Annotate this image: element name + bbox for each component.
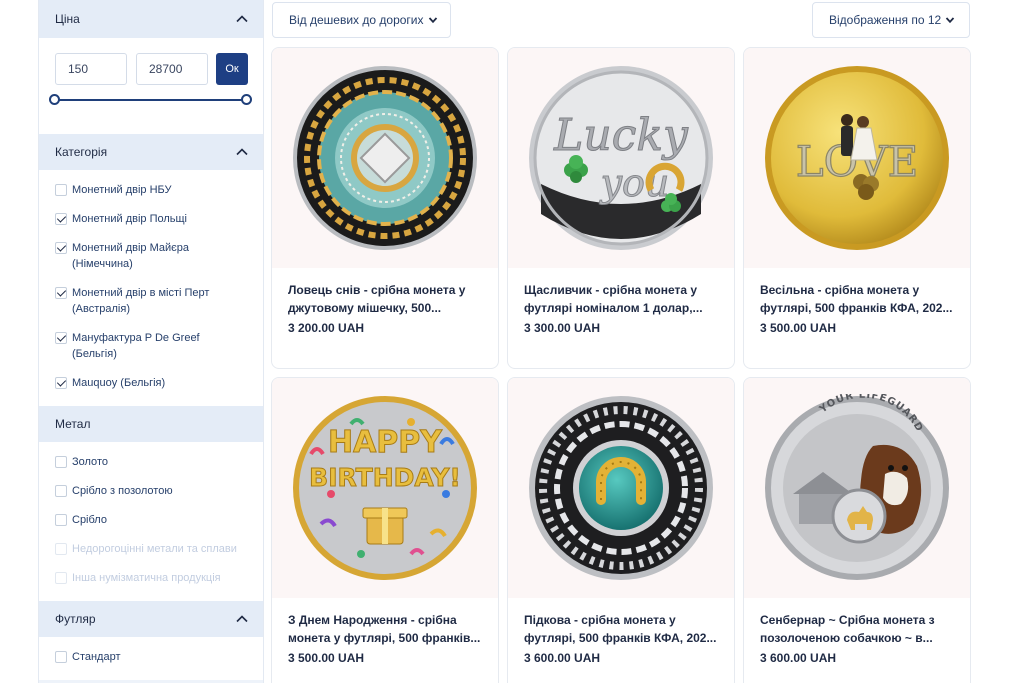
lucky-you-coin-image: Lucky you [529, 66, 713, 250]
product-image[interactable] [508, 378, 734, 598]
case-filter-header[interactable]: Футляр [39, 601, 263, 637]
chevron-down-icon [428, 17, 437, 24]
product-title[interactable]: Сенбернар ~ Срібна монета з позолоченою … [760, 611, 956, 647]
category-filter-header[interactable]: Категорія [39, 134, 263, 170]
category-option-label: Mauquoy (Бельгія) [72, 377, 166, 389]
product-image[interactable]: LOVE [744, 48, 970, 268]
metal-option-label: Срібло з позолотою [72, 485, 173, 497]
category-option[interactable]: Монетний двір в місті Перт (Австралія) [39, 279, 263, 324]
chevron-down-icon [946, 17, 955, 24]
product-price: 3 600.00 UAH [760, 651, 837, 665]
checkbox-disabled [55, 543, 67, 555]
category-filter-title: Категорія [55, 145, 108, 159]
category-filter-list: Монетний двір НБУ Монетний двір Польщі М… [39, 170, 263, 406]
per-page-dropdown-label: Відображення по 12 [829, 13, 942, 27]
dreamcatcher-coin-image [293, 66, 477, 250]
checkbox-checked[interactable] [55, 213, 67, 225]
checkbox[interactable] [55, 514, 67, 526]
case-option-label: Стандарт [72, 651, 121, 663]
checkbox-disabled [55, 572, 67, 584]
metal-option[interactable]: Золото [39, 448, 263, 477]
sort-dropdown-label: Від дешевих до дорогих [289, 13, 424, 27]
category-option[interactable]: Монетний двір Майєра (Німеччина) [39, 234, 263, 279]
category-option[interactable]: Мануфактура P De Greef (Бельгія) [39, 324, 263, 369]
product-image[interactable] [272, 48, 498, 268]
metal-option-label: Золото [72, 456, 108, 468]
product-image[interactable]: HAPPY BIRTHDAY! [272, 378, 498, 598]
product-price: 3 500.00 UAH [760, 321, 837, 335]
checkbox-checked[interactable] [55, 377, 67, 389]
birthday-coin-image: HAPPY BIRTHDAY! [293, 396, 477, 580]
checkbox-checked[interactable] [55, 242, 67, 254]
coin-text-happy: HAPPY [328, 425, 443, 460]
checkbox[interactable] [55, 485, 67, 497]
price-slider-track [56, 99, 248, 101]
product-title[interactable]: Ловець снів - срібна монета у джутовому … [288, 281, 484, 317]
product-price: 3 600.00 UAH [524, 651, 601, 665]
product-card[interactable]: HAPPY BIRTHDAY! З Днем Народження - сріб… [271, 377, 499, 683]
product-title[interactable]: Весільна - срібна монета у футлярі, 500 … [760, 281, 956, 317]
price-filter-body: 150 28700 Ок [39, 38, 263, 134]
chevron-up-icon[interactable] [235, 145, 249, 159]
metal-filter-title: Метал [55, 417, 91, 431]
metal-option-disabled: Недорогоцінні метали та сплави [39, 535, 263, 564]
love-coin-image: LOVE [765, 66, 949, 250]
category-option-label: Мануфактура P De Greef (Бельгія) [72, 332, 200, 360]
filters-sidebar: Ціна 150 28700 Ок Категорія Монетний дві… [38, 0, 264, 683]
case-filter-title: Футляр [55, 612, 96, 626]
sort-dropdown[interactable]: Від дешевих до дорогих [272, 2, 451, 38]
product-price: 3 500.00 UAH [288, 651, 365, 665]
category-option-label: Монетний двір Польщі [72, 213, 187, 225]
category-option-label: Монетний двір в місті Перт (Австралія) [72, 287, 210, 315]
chevron-up-icon[interactable] [235, 12, 249, 26]
price-min-input[interactable]: 150 [55, 53, 127, 85]
category-option-label: Монетний двір Майєра (Німеччина) [72, 242, 189, 270]
product-price: 3 200.00 UAH [288, 321, 365, 335]
product-image[interactable]: Lucky you [508, 48, 734, 268]
product-card[interactable]: Підкова - срібна монета у футлярі, 500 ф… [507, 377, 735, 683]
price-filter-header[interactable]: Ціна [39, 0, 263, 38]
product-title[interactable]: Підкова - срібна монета у футлярі, 500 ф… [524, 611, 720, 647]
coin-text-lucky: Lucky [553, 110, 689, 161]
price-filter-title: Ціна [55, 12, 80, 26]
chevron-up-icon[interactable] [235, 612, 249, 626]
metal-filter-list: Золото Срібло з позолотою Срібло Недорог… [39, 442, 263, 601]
product-card[interactable]: Ловець снів - срібна монета у джутовому … [271, 47, 499, 369]
metal-option-label: Інша нумізматична продукція [72, 572, 221, 584]
metal-filter-header[interactable]: Метал [39, 406, 263, 442]
category-option[interactable]: Монетний двір Польщі [39, 205, 263, 234]
saint-bernard-coin-image: YOUR LIFEGUARD [765, 394, 949, 580]
metal-option-label: Недорогоцінні метали та сплави [72, 543, 237, 555]
product-card[interactable]: LOVE Весільна - срібна монета у футлярі,… [743, 47, 971, 369]
price-max-input[interactable]: 28700 [136, 53, 208, 85]
product-title[interactable]: Щасливчик - срібна монета у футлярі номі… [524, 281, 720, 317]
metal-option-disabled: Інша нумізматична продукція [39, 564, 263, 593]
checkbox-checked[interactable] [55, 287, 67, 299]
category-option-label: Монетний двір НБУ [72, 184, 172, 196]
horseshoe-coin-image [529, 396, 713, 580]
product-card[interactable]: YOUR LIFEGUARD Сенбернар ~ Срібна монета… [743, 377, 971, 683]
checkbox[interactable] [55, 456, 67, 468]
checkbox[interactable] [55, 184, 67, 196]
metal-option[interactable]: Срібло з позолотою [39, 477, 263, 506]
price-slider-min-handle[interactable] [49, 94, 60, 105]
product-image[interactable]: YOUR LIFEGUARD [744, 378, 970, 598]
product-price: 3 300.00 UAH [524, 321, 601, 335]
checkbox-checked[interactable] [55, 332, 67, 344]
category-option[interactable]: Монетний двір НБУ [39, 176, 263, 205]
price-ok-button[interactable]: Ок [216, 53, 248, 85]
category-option[interactable]: Mauquoy (Бельгія) [39, 369, 263, 398]
metal-option[interactable]: Срібло [39, 506, 263, 535]
checkbox[interactable] [55, 651, 67, 663]
metal-option-label: Срібло [72, 514, 107, 526]
per-page-dropdown[interactable]: Відображення по 12 [812, 2, 970, 38]
product-title[interactable]: З Днем Народження - срібна монета у футл… [288, 611, 484, 647]
price-slider-max-handle[interactable] [241, 94, 252, 105]
coin-text-birthday: BIRTHDAY! [309, 463, 461, 492]
case-filter-list: Стандарт [39, 637, 263, 680]
case-option[interactable]: Стандарт [39, 643, 263, 672]
product-card[interactable]: Lucky you Щасливчик - срібна монета у фу… [507, 47, 735, 369]
